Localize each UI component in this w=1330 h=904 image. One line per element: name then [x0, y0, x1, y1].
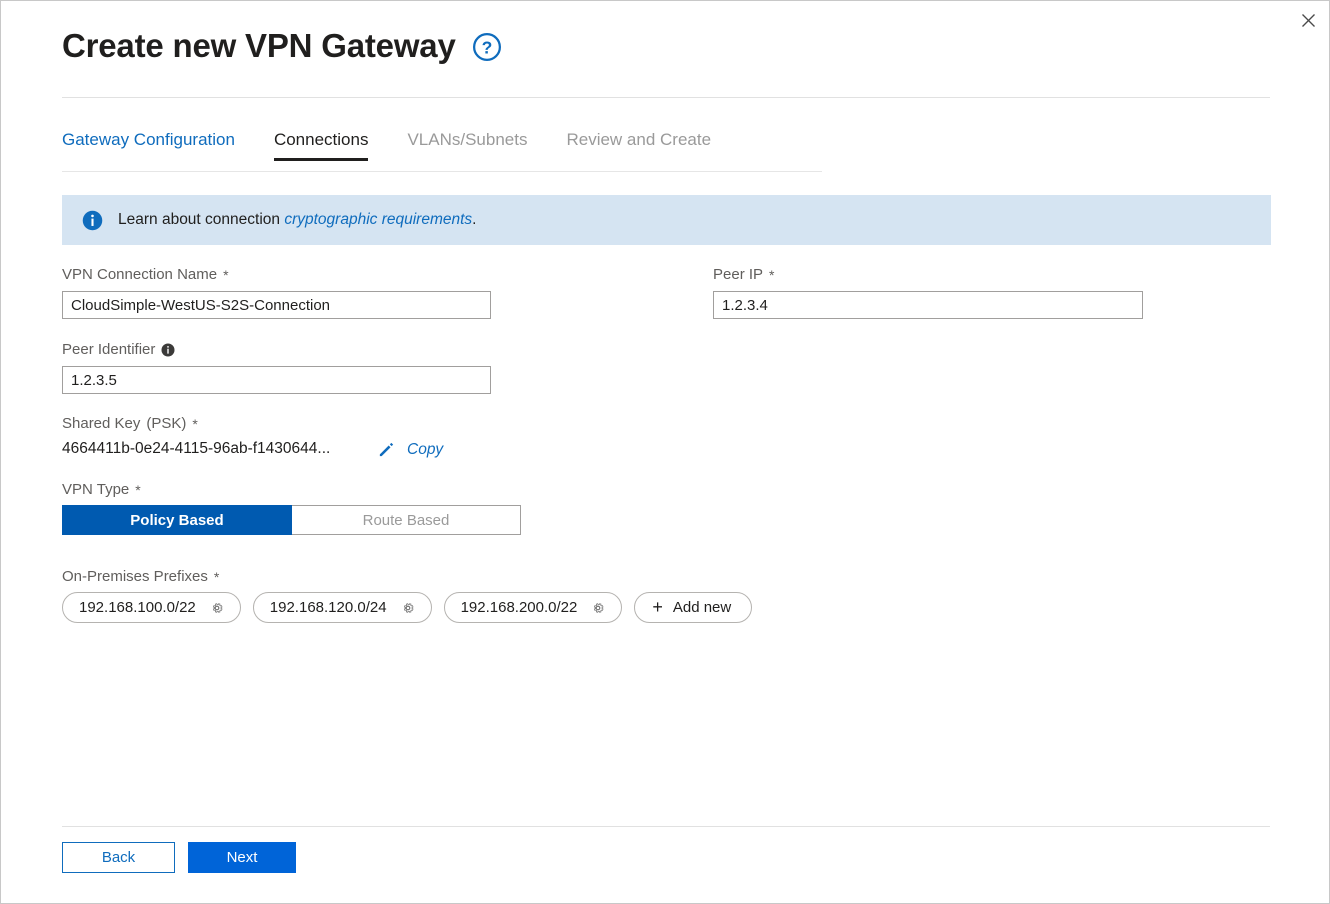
info-filled-icon[interactable]: [161, 342, 175, 357]
info-banner-period: .: [472, 211, 477, 228]
create-vpn-gateway-dialog: Create new VPN Gateway ? Gateway Configu…: [0, 0, 1330, 904]
footer-divider: [62, 826, 1270, 827]
on-prem-prefixes-required: *: [213, 568, 220, 585]
copy-shared-key-link[interactable]: Copy: [407, 441, 443, 459]
vpn-type-label-text: VPN Type: [62, 481, 130, 498]
shared-key-required: *: [192, 415, 198, 432]
tabs-divider: [62, 171, 822, 172]
info-banner: Learn about connection cryptographic req…: [62, 195, 1271, 245]
peer-identifier-input[interactable]: [62, 366, 491, 394]
shared-key-label-text: Shared Key: [62, 415, 141, 432]
help-circle-icon[interactable]: ?: [472, 32, 502, 62]
gear-icon[interactable]: [401, 601, 415, 615]
vpn-type-label: VPN Type *: [62, 481, 141, 498]
peer-ip-label: Peer IP *: [713, 266, 774, 283]
info-banner-text: Learn about connection cryptographic req…: [118, 211, 476, 229]
add-new-prefix-label: Add new: [672, 599, 732, 616]
peer-ip-required: *: [769, 266, 775, 283]
peer-ip-input[interactable]: [713, 291, 1143, 319]
tab-vlans-subnets[interactable]: VLANs/Subnets: [407, 130, 527, 161]
prefix-chip-value: 192.168.120.0/24: [269, 599, 387, 616]
on-prem-prefixes-label: On-Premises Prefixes *: [62, 568, 219, 585]
connection-name-input[interactable]: [62, 291, 491, 319]
shared-key-value: 4664411b-0e24-4115-96ab-f1430644...: [62, 440, 331, 457]
prefix-chip-value: 192.168.100.0/22: [79, 599, 196, 616]
info-banner-lead: Learn about connection: [118, 211, 281, 228]
vpn-type-required: *: [135, 481, 141, 498]
svg-text:?: ?: [481, 37, 492, 57]
header-divider: [62, 97, 1270, 98]
back-button[interactable]: Back: [62, 842, 175, 873]
connection-name-required: *: [223, 266, 229, 283]
peer-ip-label-text: Peer IP: [713, 266, 764, 283]
peer-identifier-label-text: Peer Identifier: [62, 341, 156, 358]
on-prem-prefix-chip-list: 192.168.100.0/22 192.168.120.0/24 192.16…: [62, 592, 753, 623]
info-circle-icon: [82, 210, 103, 230]
vpn-type-option-policy-based[interactable]: Policy Based: [62, 505, 292, 535]
close-icon[interactable]: [1291, 3, 1325, 37]
prefix-chip-value: 192.168.200.0/22: [460, 599, 578, 616]
peer-identifier-label: Peer Identifier: [62, 341, 175, 358]
close-glyph: [1301, 13, 1315, 27]
pencil-icon[interactable]: [377, 440, 396, 459]
vpn-type-segmented-control: Policy Based Route Based: [62, 505, 521, 535]
wizard-tabs: Gateway Configuration Connections VLANs/…: [62, 130, 822, 161]
tab-gateway-configuration[interactable]: Gateway Configuration: [62, 130, 235, 161]
gear-icon[interactable]: [210, 601, 224, 615]
dialog-header: Create new VPN Gateway ?: [62, 29, 502, 62]
shared-key-label: Shared Key (PSK) *: [62, 415, 198, 432]
tab-connections[interactable]: Connections: [273, 130, 368, 161]
on-prem-prefixes-label-text: On-Premises Prefixes: [62, 568, 208, 585]
cryptographic-requirements-link[interactable]: cryptographic requirements: [284, 211, 472, 228]
tab-review-and-create[interactable]: Review and Create: [566, 130, 711, 161]
connection-name-label: VPN Connection Name *: [62, 266, 229, 283]
connection-name-label-text: VPN Connection Name: [62, 266, 218, 283]
add-new-prefix-button[interactable]: + Add new: [634, 592, 753, 623]
plus-icon: +: [652, 597, 663, 617]
next-button[interactable]: Next: [188, 842, 296, 873]
prefix-chip[interactable]: 192.168.100.0/22: [62, 592, 241, 623]
shared-key-label-suffix: (PSK): [146, 415, 187, 432]
prefix-chip[interactable]: 192.168.120.0/24: [252, 592, 432, 623]
gear-icon[interactable]: [591, 601, 605, 615]
vpn-type-option-route-based[interactable]: Route Based: [292, 505, 521, 535]
page-title: Create new VPN Gateway: [62, 27, 456, 64]
prefix-chip[interactable]: 192.168.200.0/22: [443, 592, 623, 623]
